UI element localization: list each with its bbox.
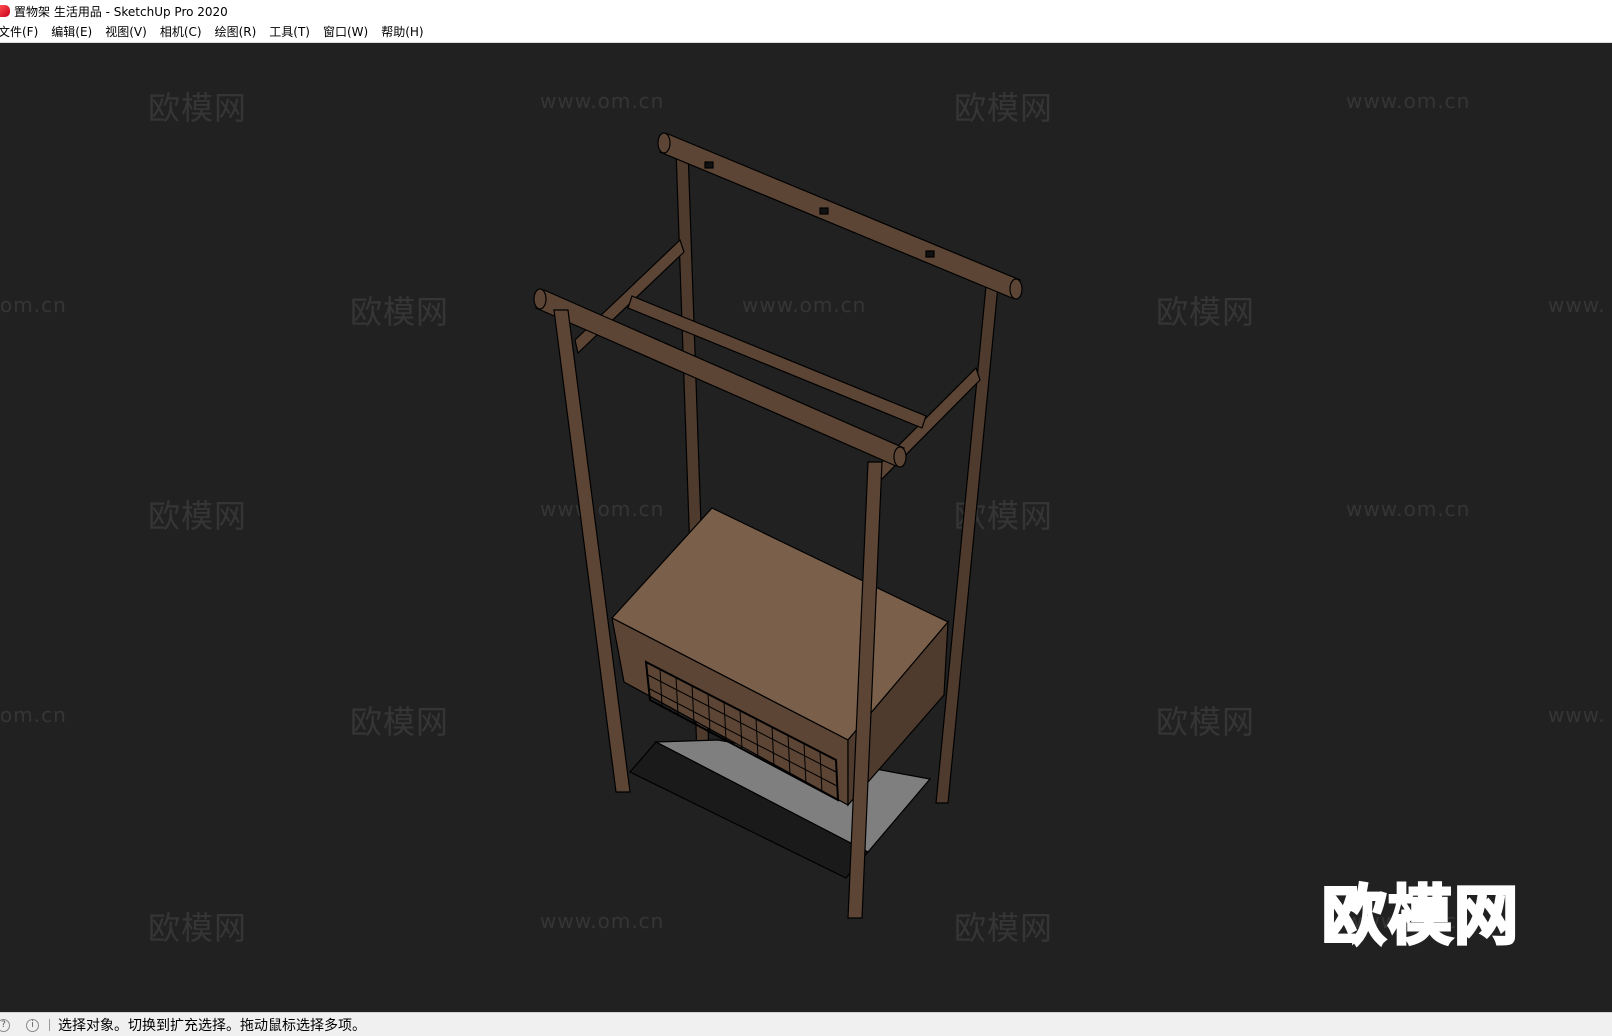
sketchup-logo-icon: [0, 5, 10, 17]
bar-end-cap: [533, 288, 547, 310]
menu-help[interactable]: 帮助(H): [381, 22, 423, 42]
sketchup-window: 置物架 生活用品 - SketchUp Pro 2020 文件(F) 编辑(E)…: [0, 0, 1612, 1036]
site-logo: 欧模网: [1321, 879, 1520, 956]
hook: [704, 161, 714, 169]
status-divider: [49, 1019, 50, 1031]
model-viewport[interactable]: 欧模网 www.om.cn 欧模网 www.om.cn om.cn 欧模网 ww…: [0, 43, 1612, 1012]
bar-end-cap: [893, 446, 907, 468]
menu-edit[interactable]: 编辑(E): [51, 22, 92, 42]
menu-tools[interactable]: 工具(T): [269, 22, 310, 42]
window-title: 置物架 生活用品 - SketchUp Pro 2020: [14, 4, 228, 19]
front-top-bar: [535, 289, 905, 467]
hook: [925, 250, 935, 258]
help-icon[interactable]: ?: [0, 1018, 10, 1032]
info-icon[interactable]: i: [26, 1018, 39, 1032]
front-left-leg: [553, 309, 631, 793]
status-message: 选择对象。切换到扩充选择。拖动鼠标选择多项。: [58, 1018, 366, 1034]
menu-bar: 文件(F) 编辑(E) 视图(V) 相机(C) 绘图(R) 工具(T) 窗口(W…: [0, 22, 1612, 43]
top-back-bar: [659, 133, 1021, 299]
back-right-leg: [935, 285, 999, 804]
hook: [819, 207, 829, 215]
right-side-rail: [873, 366, 981, 485]
bar-end-cap: [657, 132, 671, 154]
bar-end-cap: [1009, 278, 1023, 300]
title-bar: 置物架 生活用品 - SketchUp Pro 2020: [0, 0, 1612, 22]
status-bar: ? i 选择对象。切换到扩充选择。拖动鼠标选择多项。: [0, 1012, 1612, 1036]
menu-view[interactable]: 视图(V): [105, 22, 147, 42]
menu-camera[interactable]: 相机(C): [160, 22, 202, 42]
menu-draw[interactable]: 绘图(R): [215, 22, 257, 42]
menu-window[interactable]: 窗口(W): [323, 22, 368, 42]
menu-file[interactable]: 文件(F): [0, 22, 38, 42]
